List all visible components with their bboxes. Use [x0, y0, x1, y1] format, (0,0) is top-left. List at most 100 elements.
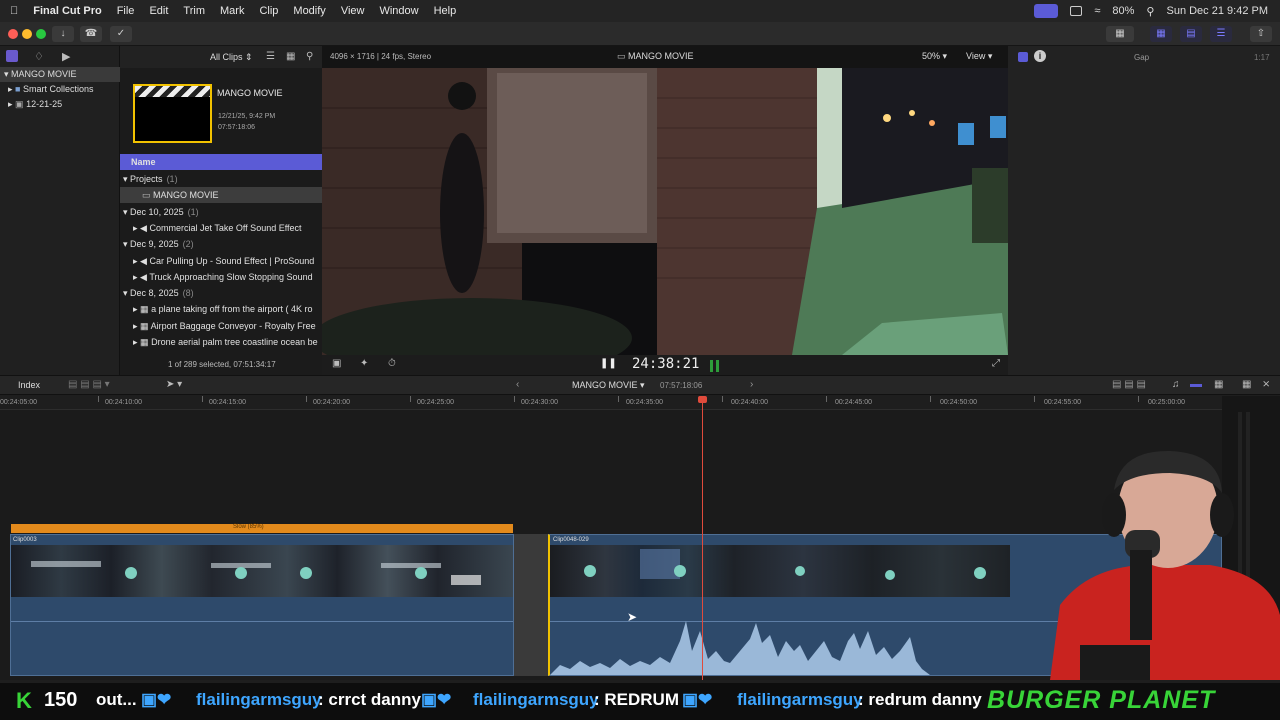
crop-icon[interactable]: ▣	[332, 358, 341, 369]
browser-layout-icon[interactable]: ▦	[1150, 26, 1172, 42]
sidebar-item-label: 12-21-25	[26, 99, 63, 109]
retime-bar[interactable]: Slow (85%)	[11, 524, 513, 533]
timeline-index-icon[interactable]: ▦	[1242, 379, 1251, 390]
timeline-project-dropdown[interactable]: MANGO MOVIE ▾	[572, 380, 645, 391]
clip-filmstrip	[550, 545, 1010, 597]
menu-view[interactable]: View	[341, 5, 365, 17]
disclosure-icon: ▸	[133, 337, 138, 347]
group-dec-10[interactable]: ▾ Dec 10, 2025 (1)	[120, 204, 322, 220]
timeline-ruler[interactable]: 00:24:05:00 00:24:10:00 00:24:15:00 00:2…	[0, 396, 1222, 410]
clip-filter-dropdown[interactable]: All Clips ⇕	[210, 52, 253, 63]
menu-window[interactable]: Window	[379, 5, 418, 17]
inspector-tab-icon[interactable]	[1018, 52, 1028, 62]
zoom-dropdown[interactable]: 50% ▾	[922, 51, 947, 62]
list-item[interactable]: ▸ ◀ Car Pulling Up - Sound Effect | ProS…	[120, 253, 322, 269]
browser-status: 1 of 289 selected, 07:51:34:17	[168, 360, 276, 369]
display-icon[interactable]	[1070, 6, 1083, 16]
connect-icon[interactable]: ▤ ▤ ▤ ▾	[68, 379, 110, 390]
menu-file[interactable]: File	[117, 5, 135, 17]
share-toggle-icon[interactable]: ▦	[1106, 26, 1134, 42]
group-dec-8[interactable]: ▾ Dec 8, 2025 (8)	[120, 285, 322, 301]
project-thumbnail[interactable]	[133, 84, 212, 143]
share-icon[interactable]: ⇧	[1250, 26, 1272, 42]
points-icon: K	[16, 688, 32, 713]
ruler-tick: 00:25:00:00	[1148, 399, 1185, 406]
enhance-icon[interactable]: ✦	[360, 358, 368, 369]
menu-clip[interactable]: Clip	[259, 5, 278, 17]
headphones-icon[interactable]: ♫	[1172, 379, 1180, 390]
ruler-tick: 00:24:35:00	[626, 399, 663, 406]
background-tasks-icon[interactable]: ✓	[110, 26, 132, 42]
select-tool-icon[interactable]: ➤ ▾	[166, 379, 182, 390]
list-item-label: Commercial Jet Take Off Sound Effect	[149, 223, 302, 233]
library-root[interactable]: ▾ MANGO MOVIE	[0, 67, 120, 82]
list-item-label: Truck Approaching Slow Stopping Sound	[149, 272, 313, 282]
search-icon[interactable]: ⚲	[306, 51, 313, 62]
list-item[interactable]: ▭ MANGO MOVIE	[120, 187, 322, 203]
menu-trim[interactable]: Trim	[183, 5, 205, 17]
inspector-layout-icon[interactable]: ☰	[1210, 26, 1232, 42]
import-icon[interactable]: ↓	[52, 26, 74, 42]
sidebar-item-smart-collections[interactable]: ▸ ■ Smart Collections	[0, 82, 120, 97]
playhead[interactable]	[702, 396, 703, 680]
column-header-name[interactable]: Name	[120, 154, 322, 170]
photos-icon[interactable]: ♢	[34, 50, 44, 63]
menu-app-name[interactable]: Final Cut Pro	[33, 5, 101, 17]
clip-skimming-icon[interactable]: ▤ ▤ ▤	[1112, 379, 1146, 390]
menu-mark[interactable]: Mark	[220, 5, 244, 17]
apple-icon[interactable]: 	[10, 5, 18, 17]
chat-message: : crrct danny	[318, 690, 421, 709]
playhead-handle[interactable]	[698, 396, 707, 403]
close-timeline-icon[interactable]: ⨯	[1262, 379, 1270, 390]
browser-header: All Clips ⇕ ☰ ▦ ⚲	[120, 46, 322, 68]
group-projects[interactable]: ▾ Projects (1)	[120, 171, 322, 187]
list-item[interactable]: ▸ ▦ Airport Baggage Conveyor - Royalty F…	[120, 318, 322, 334]
snapping-icon[interactable]	[1190, 384, 1202, 387]
keyword-icon[interactable]: ☎	[80, 26, 102, 42]
menu-modify[interactable]: Modify	[293, 5, 325, 17]
menubar-clock[interactable]: Sun Dec 21 9:42 PM	[1166, 5, 1268, 17]
list-item[interactable]: ▸ ◀ Commercial Jet Take Off Sound Effect	[120, 220, 322, 236]
timeline-layout-icon[interactable]: ▤	[1180, 26, 1202, 42]
history-forward-icon[interactable]: ›	[750, 379, 753, 390]
clip-filter-label: All Clips	[210, 52, 243, 62]
viewer-format: 4096 × 1716 | 24 fps, Stereo	[330, 52, 432, 61]
titles-icon[interactable]: ▶	[62, 50, 70, 63]
clip-appearance-icon[interactable]: ▦	[1214, 379, 1223, 390]
pause-icon[interactable]: ❚❚	[600, 358, 617, 369]
wifi-icon[interactable]: ≈	[1094, 5, 1100, 17]
minimize-window-button[interactable]	[22, 29, 32, 39]
chevron-down-icon: ▾	[123, 288, 128, 298]
list-view-icon[interactable]: ☰	[266, 51, 275, 62]
search-icon[interactable]: ⚲	[1146, 5, 1154, 18]
list-item[interactable]: ▸ ▦ Drone aerial palm tree coastline oce…	[120, 334, 322, 350]
fullscreen-icon[interactable]: ⤢	[992, 358, 1000, 369]
timeline-clip[interactable]: Clip0003	[10, 534, 514, 676]
speed-icon[interactable]: ⏱	[388, 358, 396, 369]
group-dec-9[interactable]: ▾ Dec 9, 2025 (2)	[120, 236, 322, 252]
viewer-timecode[interactable]: 24:38:21	[632, 356, 699, 372]
toolbar: ↓ ☎ ✓ ▦ ▦ ▤ ☰ ⇧	[0, 22, 1280, 46]
view-dropdown[interactable]: View ▾	[966, 51, 992, 62]
menu-help[interactable]: Help	[434, 5, 457, 17]
video-frame[interactable]	[322, 68, 1008, 355]
screen-share-icon[interactable]	[1034, 4, 1059, 18]
sidebar-item-event[interactable]: ▸ ▣ 12-21-25	[0, 97, 120, 112]
history-back-icon[interactable]: ‹	[516, 379, 519, 390]
gap-clip[interactable]	[514, 534, 548, 676]
battery-label[interactable]: 80%	[1112, 5, 1134, 17]
folder-icon: ■	[15, 84, 21, 94]
timeline-area[interactable]: Slow (85%) Clip0003 Clip0048-029 ➤	[0, 396, 1222, 680]
chevron-down-icon: ▾	[123, 174, 128, 184]
clip-appearance-icon[interactable]: ▦	[286, 51, 295, 62]
sidebar-tab-icons: ♢ ▶	[4, 50, 116, 64]
zoom-window-button[interactable]	[36, 29, 46, 39]
chat-message: : REDRUM	[594, 690, 679, 709]
info-icon[interactable]: i	[1034, 50, 1046, 62]
list-item[interactable]: ▸ ◀ Truck Approaching Slow Stopping Soun…	[120, 269, 322, 285]
list-item[interactable]: ▸ ▦ a plane taking off from the airport …	[120, 301, 322, 317]
index-button[interactable]: Index	[18, 380, 40, 390]
close-window-button[interactable]	[8, 29, 18, 39]
library-icon[interactable]	[6, 50, 18, 62]
menu-edit[interactable]: Edit	[149, 5, 168, 17]
